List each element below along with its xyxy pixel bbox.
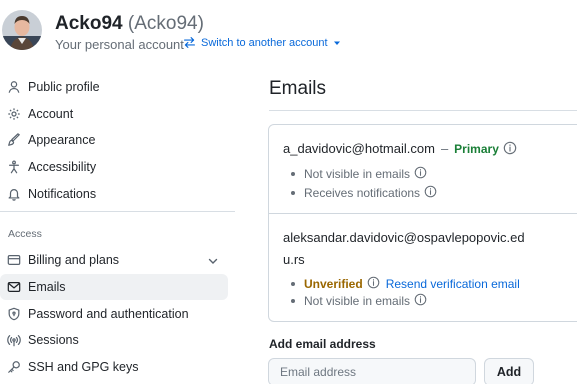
- account-subtitle: Your personal account: [55, 37, 184, 52]
- sidebar-item-ssh-gpg-keys[interactable]: SSH and GPG keys: [0, 354, 228, 380]
- sidebar-item-accessibility[interactable]: Accessibility: [0, 154, 228, 180]
- info-icon[interactable]: [424, 185, 437, 201]
- primary-badge: Primary: [454, 142, 499, 156]
- gear-icon: [7, 107, 21, 121]
- separator-dash: –: [440, 141, 449, 156]
- sidebar-item-label: Appearance: [28, 133, 96, 147]
- resend-verification-link[interactable]: Resend verification email: [386, 277, 520, 291]
- email-address: a_davidovic@hotmail.com: [283, 141, 435, 156]
- add-email-button[interactable]: Add: [484, 358, 534, 384]
- sidebar-item-password-authentication[interactable]: Password and authentication: [0, 301, 228, 327]
- chevron-down-icon[interactable]: [207, 255, 219, 270]
- email-detail-text: Receives notifications: [304, 186, 421, 200]
- sidebar-item-label: Accessibility: [28, 160, 97, 174]
- sidebar-item-label: Sessions: [28, 333, 79, 347]
- sidebar-item-label: Emails: [28, 280, 66, 294]
- mail-icon: [7, 280, 21, 294]
- email-detail: Not visible in emails: [291, 166, 427, 182]
- avatar[interactable]: [2, 10, 42, 50]
- user-handle: (Acko94): [127, 13, 204, 34]
- info-icon[interactable]: [414, 166, 427, 182]
- switch-account-link[interactable]: Switch to another account: [183, 36, 341, 49]
- bell-icon: [7, 187, 21, 201]
- sidebar-item-label: SSH and GPG keys: [28, 360, 139, 374]
- bullet: [291, 299, 295, 303]
- email-status-line: Unverified Resend verification email: [291, 276, 520, 292]
- bullet: [291, 172, 295, 176]
- email-detail: Not visible in emails: [291, 293, 427, 309]
- sidebar-item-label: Account: [28, 107, 74, 121]
- sidebar-item-account[interactable]: Account: [0, 101, 228, 127]
- sidebar-item-label: Billing and plans: [28, 253, 120, 267]
- credit-card-icon: [7, 253, 21, 267]
- paintbrush-icon: [7, 133, 21, 147]
- email-separator: [269, 213, 577, 214]
- email-item-primary: a_davidovic@hotmail.com – Primary: [283, 141, 517, 158]
- sidebar-divider: [0, 211, 235, 212]
- info-icon[interactable]: [503, 141, 517, 158]
- email-detail: Receives notifications: [291, 185, 437, 201]
- accessibility-icon: [7, 160, 21, 174]
- info-icon[interactable]: [414, 293, 427, 309]
- user-display-name: Acko94 (Acko94): [55, 13, 204, 34]
- email-detail-text: Not visible in emails: [304, 294, 411, 308]
- email-address: aleksandar.davidovic@ospavlepopovic.edu.…: [283, 230, 525, 267]
- email-list: a_davidovic@hotmail.com – Primary Not visi…: [268, 124, 577, 322]
- arrow-switch-icon: [183, 36, 196, 49]
- sidebar-item-label: Password and authentication: [28, 307, 189, 321]
- sidebar-item-emails[interactable]: Emails: [0, 274, 228, 300]
- sidebar-item-sessions[interactable]: Sessions: [0, 327, 228, 353]
- key-icon: [7, 360, 21, 374]
- bullet: [291, 191, 295, 195]
- unverified-badge: Unverified: [304, 277, 363, 291]
- switch-account-label: Switch to another account: [201, 36, 328, 49]
- shield-lock-icon: [7, 307, 21, 321]
- bullet: [291, 282, 295, 286]
- sidebar-item-public-profile[interactable]: Public profile: [0, 74, 228, 100]
- sidebar-item-label: Public profile: [28, 80, 100, 94]
- sidebar-item-notifications[interactable]: Notifications: [0, 181, 228, 207]
- email-detail-text: Not visible in emails: [304, 167, 411, 181]
- sidebar-item-appearance[interactable]: Appearance: [0, 127, 228, 153]
- sidebar-item-billing[interactable]: Billing and plans: [0, 247, 228, 273]
- title-divider: [269, 110, 577, 111]
- person-icon: [7, 80, 21, 94]
- add-email-label: Add email address: [269, 337, 376, 351]
- sidebar-section-access: Access: [8, 228, 42, 240]
- page-title: Emails: [269, 78, 327, 99]
- broadcast-icon: [7, 333, 21, 347]
- caret-down-icon: [333, 39, 341, 47]
- info-icon[interactable]: [367, 276, 380, 292]
- sidebar-item-label: Notifications: [28, 187, 97, 201]
- email-address-input[interactable]: [268, 358, 476, 384]
